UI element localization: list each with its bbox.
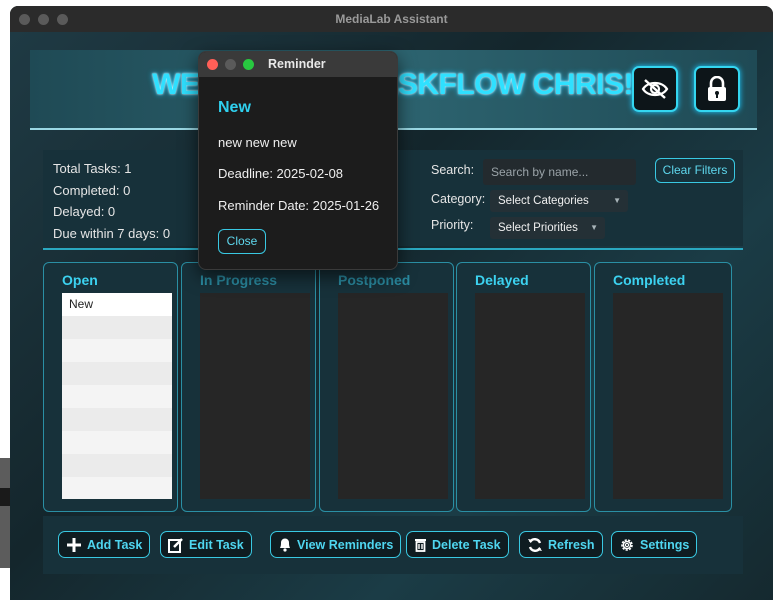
- priority-label: Priority:: [431, 218, 474, 232]
- empty-row: [62, 362, 172, 385]
- edit-task-label: Edit Task: [189, 537, 244, 552]
- column-title: Postponed: [338, 272, 411, 288]
- bell-icon: [280, 538, 290, 552]
- category-select-value: Select Categories: [498, 195, 589, 207]
- priority-select[interactable]: Select Priorities ▼: [490, 217, 605, 239]
- priority-select-value: Select Priorities: [498, 222, 578, 234]
- lock-button[interactable]: [694, 66, 740, 112]
- gear-icon: [621, 538, 633, 551]
- action-bar: Add Task Edit Task View Reminders Delete…: [43, 516, 743, 574]
- edit-task-button[interactable]: Edit Task: [160, 531, 252, 558]
- column-title: Completed: [613, 272, 686, 288]
- lock-icon: [708, 76, 726, 101]
- eye-slash-icon: [641, 79, 669, 99]
- column-title: In Progress: [200, 272, 278, 288]
- settings-button[interactable]: Settings: [611, 531, 698, 558]
- reminder-title-bar[interactable]: Reminder: [199, 52, 397, 77]
- minimize-window-button[interactable]: [38, 14, 49, 25]
- trash-icon: [415, 539, 426, 552]
- reminder-date: Reminder Date: 2025-01-26: [218, 198, 380, 213]
- empty-row: [62, 385, 172, 408]
- edit-icon: [168, 537, 183, 553]
- add-task-button[interactable]: Add Task: [58, 531, 151, 558]
- delayed-stat: Delayed: 0: [53, 204, 116, 219]
- category-label: Category:: [431, 192, 486, 206]
- task-list-postponed[interactable]: [338, 293, 448, 499]
- task-stats: Total Tasks: 1 Completed: 0 Delayed: 0 D…: [53, 158, 170, 244]
- reminder-task-name: New: [218, 99, 251, 116]
- toggle-visibility-button[interactable]: [632, 66, 678, 112]
- empty-row: [62, 316, 172, 339]
- task-list-completed[interactable]: [613, 293, 723, 499]
- reminder-window-controls: [207, 59, 254, 70]
- delete-task-label: Delete Task: [432, 537, 501, 552]
- column-delayed: Delayed: [456, 262, 591, 512]
- reminder-description: new new new: [218, 135, 297, 150]
- column-postponed: Postponed: [319, 262, 454, 512]
- empty-row: [62, 339, 172, 362]
- maximize-reminder-dot[interactable]: [243, 59, 254, 70]
- minimize-reminder-dot[interactable]: [225, 59, 236, 70]
- empty-row: [62, 454, 172, 477]
- delete-task-button[interactable]: Delete Task: [406, 531, 509, 558]
- column-title: Open: [62, 272, 98, 288]
- column-title: Delayed: [475, 272, 529, 288]
- view-reminders-button[interactable]: View Reminders: [270, 531, 402, 558]
- empty-row: [62, 408, 172, 431]
- total-tasks-stat: Total Tasks: 1: [53, 161, 132, 176]
- chevron-down-icon: ▼: [590, 223, 598, 232]
- reminder-window-title: Reminder: [268, 57, 326, 71]
- refresh-label: Refresh: [548, 537, 595, 552]
- task-list-delayed[interactable]: [475, 293, 585, 499]
- chevron-down-icon: ▼: [613, 196, 621, 205]
- clear-filters-button[interactable]: Clear Filters: [655, 158, 735, 183]
- due-soon-stat: Due within 7 days: 0: [53, 225, 171, 241]
- empty-row: [62, 431, 172, 454]
- window-controls: [19, 14, 68, 25]
- close-reminder-dot[interactable]: [207, 59, 218, 70]
- refresh-icon: [528, 537, 542, 552]
- empty-row: [62, 477, 172, 500]
- plus-icon: [67, 537, 81, 552]
- search-label: Search:: [431, 163, 475, 177]
- title-bar[interactable]: MediaLab Assistant: [10, 6, 773, 32]
- search-input[interactable]: Search by name...: [483, 159, 636, 185]
- add-task-label: Add Task: [87, 537, 143, 552]
- column-in-progress: In Progress: [181, 262, 316, 512]
- column-open: Open New: [43, 262, 178, 512]
- task-item[interactable]: New: [62, 293, 172, 316]
- task-list-open[interactable]: New: [62, 293, 172, 499]
- column-completed: Completed: [594, 262, 732, 512]
- view-reminders-label: View Reminders: [297, 537, 394, 552]
- window-title: MediaLab Assistant: [335, 12, 448, 26]
- category-select[interactable]: Select Categories ▼: [490, 190, 628, 212]
- reminder-deadline: Deadline: 2025-02-08: [218, 166, 344, 181]
- reminder-popup: Reminder New new new new Deadline: 2025-…: [198, 51, 398, 270]
- completed-stat: Completed: 0: [53, 182, 131, 198]
- close-button[interactable]: Close: [218, 229, 266, 254]
- task-list-in-progress[interactable]: [200, 293, 310, 499]
- settings-label: Settings: [640, 537, 690, 552]
- maximize-window-button[interactable]: [57, 14, 68, 25]
- close-window-button[interactable]: [19, 14, 30, 25]
- refresh-button[interactable]: Refresh: [519, 531, 603, 558]
